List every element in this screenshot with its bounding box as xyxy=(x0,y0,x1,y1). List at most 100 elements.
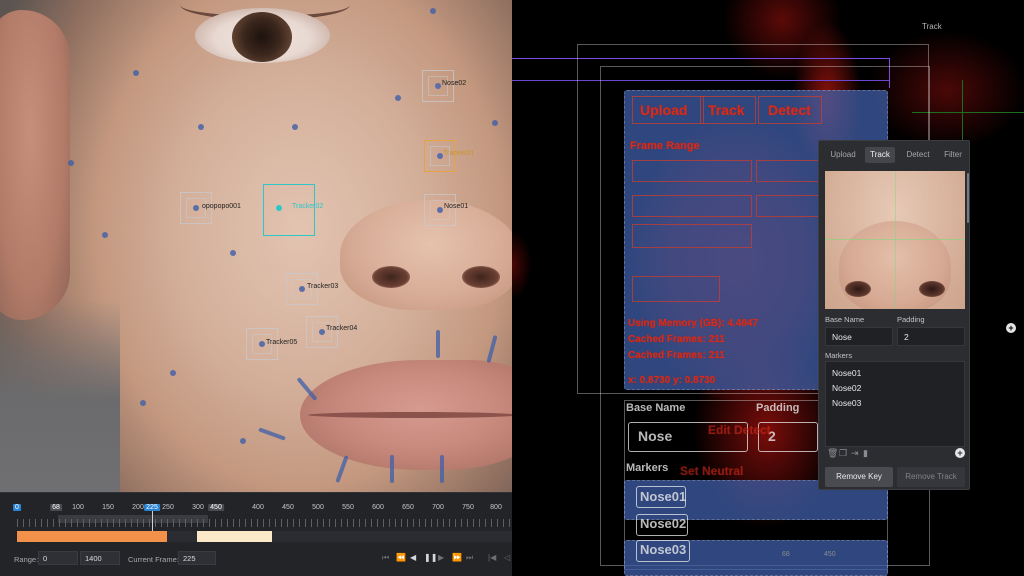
face-viewport[interactable]: Nose02 Tracker01 opopopo001 Tracker02 No… xyxy=(0,0,512,492)
range-start-input[interactable]: 0 xyxy=(38,551,78,565)
ghost-nose02: Nose02 xyxy=(640,516,687,531)
face-marker-dash xyxy=(440,455,444,483)
overlay-bottom-tick: 68 xyxy=(782,551,790,558)
ghost-box xyxy=(632,224,752,248)
ghost-box xyxy=(632,195,752,217)
face-marker-dot xyxy=(430,8,436,14)
face-iris xyxy=(232,12,292,62)
add-marker-icon[interactable]: + xyxy=(955,448,965,458)
ghost-track: Track xyxy=(708,102,745,118)
current-frame-input[interactable]: 225 xyxy=(178,551,216,565)
ghost-memory: Using Memory (GB): 4.4847 xyxy=(628,318,759,329)
ghost-box xyxy=(632,276,720,302)
tracker-label-tracker02: Tracker02 xyxy=(292,203,324,210)
timeline-controls: Range: 0 1400 Current Frame: 225 ⏮ ⏪ ◀ ❚… xyxy=(0,549,512,569)
face-marker-dot xyxy=(292,124,298,130)
ghost-box xyxy=(632,160,752,182)
preview-crosshair-v xyxy=(895,171,896,309)
timeline-keyframe-range[interactable] xyxy=(197,531,272,542)
timeline-panel: 0 68 100 150 200 225 250 300 450 400 450… xyxy=(0,492,512,576)
tick-label-current-frame[interactable]: 225 xyxy=(144,504,160,511)
ghost-nose: Nose xyxy=(638,428,673,444)
tracker-label-tracker01: Tracker01 xyxy=(443,150,475,157)
face-nostril-right xyxy=(462,266,500,288)
tick-label-range-start[interactable]: 68 xyxy=(50,504,62,511)
skip-end-icon[interactable]: ⏭ xyxy=(466,553,473,563)
tracker-label-nose02: Nose02 xyxy=(442,80,467,87)
base-name-input[interactable]: Nose xyxy=(825,327,893,346)
pause-icon[interactable]: ❚❚ xyxy=(424,553,437,562)
tick-label: 650 xyxy=(402,504,414,511)
face-marker-dot xyxy=(198,124,204,130)
ghost-detect: Detect xyxy=(768,102,811,118)
next-key-icon[interactable]: ◁ xyxy=(504,553,510,562)
app-window: Nose02 Tracker01 opopopo001 Tracker02 No… xyxy=(0,0,1024,576)
tick-label: 300 xyxy=(192,504,204,511)
ghost-base-name: Base Name xyxy=(626,402,686,414)
face-marker-dash xyxy=(390,455,394,483)
trash-icon[interactable]: 🗑 xyxy=(827,448,838,459)
tracker-preview-image[interactable] xyxy=(825,171,965,309)
tick-label: 500 xyxy=(312,504,324,511)
list-item[interactable]: Nose01 xyxy=(832,368,861,378)
remove-track-button[interactable]: Remove Track xyxy=(897,467,965,487)
tick-label-range-end[interactable]: 450 xyxy=(208,504,224,511)
range-label: Range: xyxy=(14,555,39,564)
list-item[interactable]: Nose02 xyxy=(832,383,861,393)
play-icon[interactable]: ▶ xyxy=(438,553,444,562)
tab-filter[interactable]: Filter xyxy=(937,147,969,163)
ghost-nose01: Nose01 xyxy=(640,489,687,504)
range-end-input[interactable]: 1400 xyxy=(80,551,120,565)
remove-key-button[interactable]: Remove Key xyxy=(825,467,893,487)
ghost-cached: Cached Frames: 211 xyxy=(628,334,725,345)
tab-detect[interactable]: Detect xyxy=(899,147,937,163)
ghost-upload: Upload xyxy=(640,102,688,118)
skip-start-icon[interactable]: ⏮ xyxy=(382,553,389,563)
tracker-box-tracker04[interactable] xyxy=(306,316,338,348)
ghost-nose03: Nose03 xyxy=(640,542,687,557)
face-marker-dash xyxy=(486,334,498,364)
tick-label: 250 xyxy=(162,504,174,511)
add-icon[interactable]: + xyxy=(1006,323,1016,333)
tracker-label-tracker04: Tracker04 xyxy=(326,325,358,332)
preview-nostril xyxy=(845,281,871,297)
list-item[interactable]: Nose03 xyxy=(832,398,861,408)
padding-input[interactable]: 2 xyxy=(897,327,965,346)
tracker-label-nose01: Nose01 xyxy=(444,203,469,210)
track-panel: Upload Track Detect Filter Base Name Pad… xyxy=(818,140,970,490)
tab-track[interactable]: Track xyxy=(865,147,895,163)
ghost-box xyxy=(756,195,822,217)
step-back-icon[interactable]: ⏪ xyxy=(396,553,406,562)
tick-label: 750 xyxy=(462,504,474,511)
bookmark-icon[interactable]: ▮ xyxy=(863,448,868,459)
face-marker-dash xyxy=(436,330,440,358)
ghost-set-neutral: Set Neutral xyxy=(680,464,744,478)
prev-key-icon[interactable]: |◀ xyxy=(488,553,496,562)
red-silhouette xyxy=(512,230,532,300)
tracker-box-tracker02-selected[interactable] xyxy=(263,184,315,236)
preview-nostril xyxy=(919,281,945,297)
panel-scrollbar[interactable] xyxy=(967,173,969,223)
face-marker-dot xyxy=(140,400,146,406)
tab-upload[interactable]: Upload xyxy=(823,147,863,163)
duplicate-icon[interactable]: ❐ xyxy=(839,448,847,459)
tick-label: 100 xyxy=(72,504,84,511)
ghost-box xyxy=(756,160,822,182)
ghost-padding: Padding xyxy=(756,402,800,414)
ghost-edit-detect: Edit Detect xyxy=(708,423,771,437)
face-marker-dot xyxy=(395,95,401,101)
play-reverse-icon[interactable]: ◀ xyxy=(410,553,416,562)
face-nostril-left xyxy=(372,266,410,288)
markers-list[interactable]: Nose01 Nose02 Nose03 xyxy=(825,361,965,447)
tick-label: 700 xyxy=(432,504,444,511)
timeline-tracked-range[interactable] xyxy=(17,531,167,542)
face-marker-dot xyxy=(133,70,139,76)
current-frame-label: Current Frame: xyxy=(128,555,179,564)
base-name-label: Base Name xyxy=(825,315,865,324)
move-icon[interactable]: ⇥ xyxy=(851,448,859,459)
face-marker-dot xyxy=(68,160,74,166)
background-backdrop xyxy=(0,300,120,492)
tick-label: 550 xyxy=(342,504,354,511)
tracker-box-nose01[interactable] xyxy=(424,194,456,226)
step-forward-icon[interactable]: ⏩ xyxy=(452,553,462,562)
